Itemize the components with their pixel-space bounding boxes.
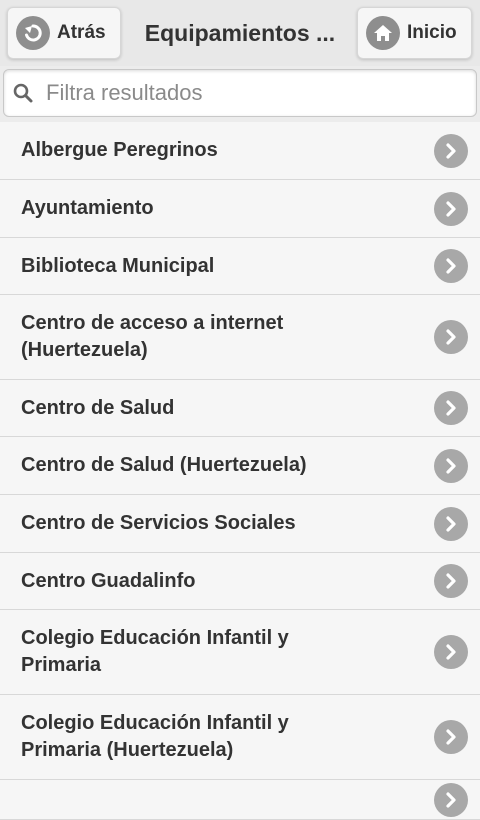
list-item[interactable]: Centro de acceso a internet (Huertezuela… <box>0 295 480 380</box>
list-item-label: Colegio Educación Infantil y Primaria <box>21 627 289 676</box>
back-button[interactable]: Atrás <box>7 7 121 59</box>
search-box <box>3 69 477 117</box>
list-item[interactable]: Centro de Salud (Huertezuela) <box>0 437 480 495</box>
chevron-right-icon <box>434 564 468 598</box>
chevron-right-icon <box>434 506 468 541</box>
header-bar: Atrás Equipamientos ... Inicio <box>0 0 480 67</box>
chevron-right-icon <box>434 191 468 226</box>
list-item-label: Biblioteca Municipal <box>21 254 215 277</box>
home-button-label: Inicio <box>407 22 457 43</box>
list-item[interactable]: Centro Guadalinfo <box>0 553 480 610</box>
list-item[interactable]: Ayuntamiento <box>0 180 480 238</box>
search-bar <box>0 66 480 122</box>
list-item-label: Centro de Salud <box>21 396 175 419</box>
list-item[interactable]: Centro de Salud <box>0 380 480 437</box>
list-item[interactable] <box>0 780 480 820</box>
back-button-label: Atrás <box>57 22 106 43</box>
chevron-right-icon <box>434 249 468 283</box>
list-item[interactable]: Colegio Educación Infantil y Primaria (H… <box>0 695 480 780</box>
page-title: Equipamientos ... <box>144 20 336 46</box>
chevron-right-icon <box>434 391 468 425</box>
chevron-right-icon <box>434 448 468 483</box>
list-item-label: Centro de Servicios Sociales <box>21 512 296 534</box>
chevron-right-icon <box>434 720 468 754</box>
chevron-right-icon <box>434 635 468 669</box>
results-list: Albergue Peregrinos Ayuntamiento Bibliotec… <box>0 122 480 820</box>
list-item[interactable]: Biblioteca Municipal <box>0 238 480 295</box>
chevron-right-icon <box>434 320 468 354</box>
back-arrow-icon <box>16 16 50 50</box>
home-icon <box>366 16 400 50</box>
list-item-label: Albergue Peregrinos <box>21 139 218 161</box>
list-item[interactable]: Albergue Peregrinos <box>0 122 480 180</box>
list-item-label: Centro de Salud (Huertezuela) <box>21 454 307 476</box>
list-item-label: Centro Guadalinfo <box>21 569 196 592</box>
list-item[interactable]: Centro de Servicios Sociales <box>0 495 480 553</box>
list-item-label: Colegio Educación Infantil y Primaria (H… <box>21 712 289 761</box>
list-item-label: Centro de acceso a internet (Huertezuela… <box>21 312 284 361</box>
list-item-label: Ayuntamiento <box>21 197 154 219</box>
list-item[interactable]: Colegio Educación Infantil y Primaria <box>0 610 480 695</box>
search-input[interactable] <box>44 79 448 107</box>
search-icon <box>10 80 36 106</box>
chevron-right-icon <box>434 133 468 168</box>
home-button[interactable]: Inicio <box>357 7 472 59</box>
